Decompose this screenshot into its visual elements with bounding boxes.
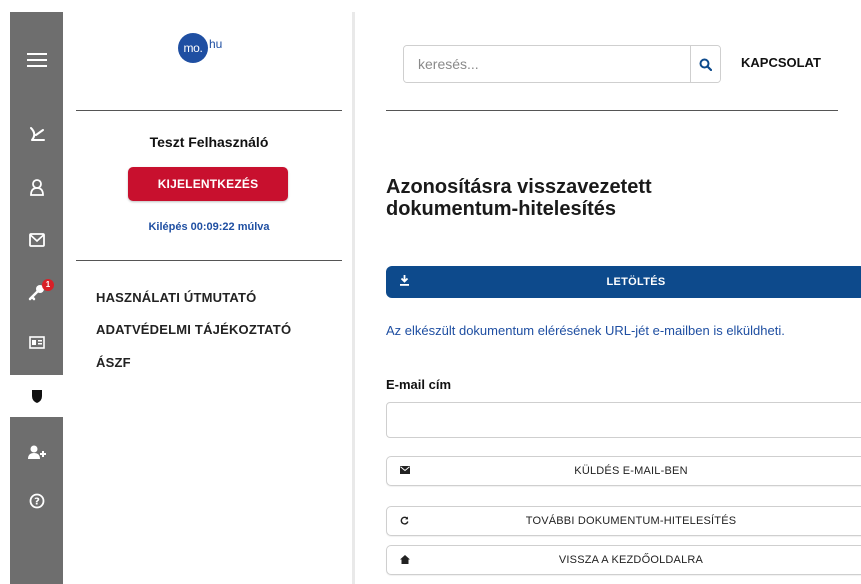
mail-icon <box>28 233 45 247</box>
panel-divider <box>352 12 355 584</box>
page-title-line: Azonosításra visszavezetett <box>386 176 652 198</box>
privacy-link[interactable]: ADATVÉDELMI TÁJÉKOZTATÓ <box>96 322 291 337</box>
email-label: E-mail cím <box>386 377 452 392</box>
sidebar-item-mail[interactable] <box>10 225 63 255</box>
notification-badge: 1 <box>42 279 54 291</box>
user-guide-link[interactable]: HASZNÁLATI ÚTMUTATÓ <box>96 290 257 305</box>
logo[interactable]: mo. hu <box>178 33 222 63</box>
user-name: Teszt Felhasználó <box>149 134 269 150</box>
send-email-label: KÜLDÉS E-MAIL-BEN <box>574 465 688 477</box>
terms-link[interactable]: ÁSZF <box>96 355 131 370</box>
another-authentication-button[interactable]: TOVÁBBI DOKUMENTUM-HITELESÍTÉS <box>386 506 861 536</box>
user-icon <box>29 179 44 196</box>
menu-button[interactable] <box>10 45 63 75</box>
session-countdown: Kilépés 00:09:22 múlva <box>148 221 270 233</box>
divider <box>386 110 838 111</box>
another-authentication-label: TOVÁBBI DOKUMENTUM-HITELESÍTÉS <box>525 515 737 527</box>
left-edge <box>0 0 10 584</box>
logo-mark: mo. <box>178 33 208 63</box>
search-icon <box>699 58 712 71</box>
logout-button[interactable]: KIJELENTKEZÉS <box>128 167 288 201</box>
search-button[interactable] <box>690 46 720 82</box>
sidebar-item-add-user[interactable] <box>10 437 63 467</box>
help-icon: ? <box>29 493 44 509</box>
send-email-button[interactable]: KÜLDÉS E-MAIL-BEN <box>386 456 861 486</box>
envelope-icon <box>400 466 410 474</box>
sidebar-item-shield[interactable] <box>10 375 63 417</box>
signature-icon <box>29 127 45 141</box>
sidebar-item-help[interactable]: ? <box>10 486 63 516</box>
page-title: Azonosításra visszavezetett dokumentum-h… <box>386 176 806 220</box>
add-user-icon <box>27 445 46 459</box>
logo-text: hu <box>209 37 223 51</box>
back-home-button[interactable]: VISSZA A KEZDŐOLDALRA <box>386 545 861 575</box>
back-home-label: VISSZA A KEZDŐOLDALRA <box>558 554 704 566</box>
download-label: LETÖLTÉS <box>606 276 666 288</box>
search-box <box>403 45 721 83</box>
id-card-icon <box>28 335 45 349</box>
download-button[interactable]: LETÖLTÉS <box>386 266 861 298</box>
icon-sidebar: 1 ? <box>10 12 63 584</box>
info-text: Az elkészült dokumentum elérésének URL-j… <box>386 323 785 338</box>
contact-link[interactable]: KAPCSOLAT <box>741 55 821 70</box>
sidebar-item-signature[interactable] <box>10 120 63 150</box>
home-icon <box>400 555 410 564</box>
refresh-icon <box>400 516 409 525</box>
svg-text:?: ? <box>34 497 40 508</box>
shield-icon <box>31 389 42 403</box>
search-input[interactable] <box>404 46 690 82</box>
sidebar-item-keys[interactable]: 1 <box>10 277 63 307</box>
sidebar-item-user[interactable] <box>10 172 63 202</box>
divider <box>76 110 342 111</box>
menu-icon <box>26 53 47 67</box>
download-icon <box>400 275 409 286</box>
divider <box>76 260 342 261</box>
page-title-line: dokumentum-hitelesítés <box>386 198 617 220</box>
sidebar-item-id-card[interactable] <box>10 327 63 357</box>
email-field[interactable] <box>386 402 861 438</box>
